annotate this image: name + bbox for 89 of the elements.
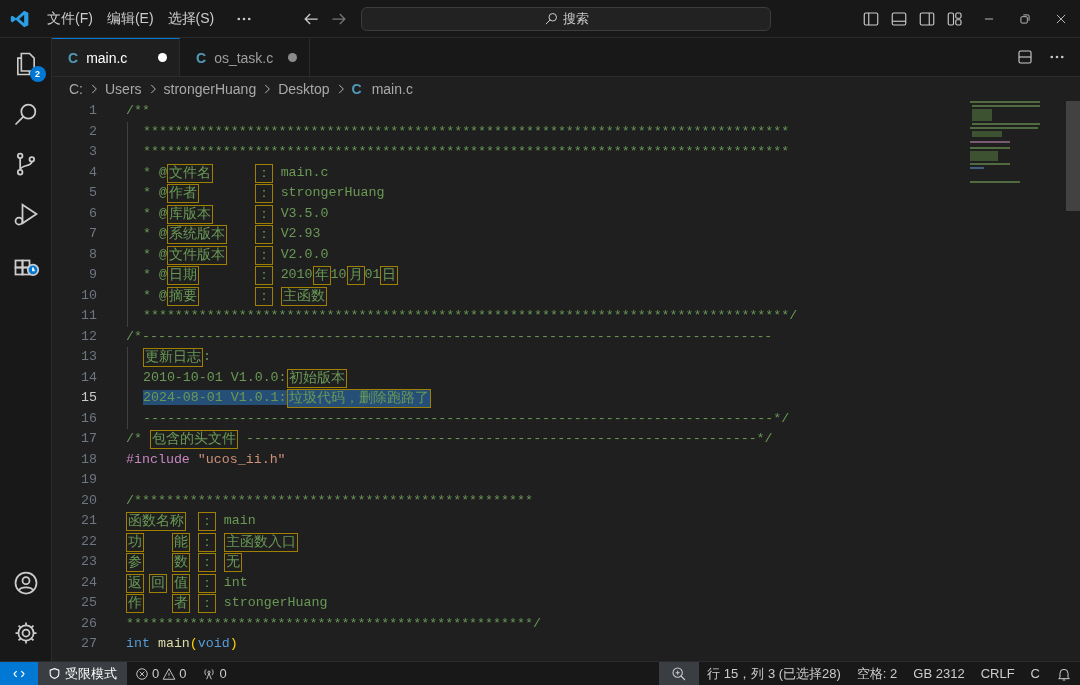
restore-icon[interactable] — [1018, 11, 1032, 26]
line-number: 18 — [80, 450, 98, 469]
line-number: 6 — [88, 204, 98, 223]
line-number: 26 — [80, 614, 98, 633]
line-number: 27 — [80, 635, 98, 653]
code-line: int main(void) — [126, 635, 238, 653]
shield-icon — [48, 667, 61, 680]
line-number: 22 — [80, 532, 98, 551]
code-line: * @日期 ： 2010 年10 月 01 日 — [126, 265, 399, 286]
line-number: 12 — [80, 327, 98, 346]
zoom-button[interactable] — [659, 662, 700, 685]
line-number: 16 — [80, 409, 98, 428]
ports-status[interactable]: 0 — [194, 666, 235, 681]
editor-tab[interactable]: C main.c — [52, 38, 180, 76]
panel-layout-icon[interactable] — [890, 9, 908, 28]
menu-item[interactable]: 文件(F) — [40, 5, 100, 32]
line-number: 21 — [80, 512, 98, 530]
line-number: 20 — [80, 491, 98, 510]
code-line: * @文件名 ： main.c — [126, 162, 329, 183]
code-line: * @系统版本 ： V2.93 — [126, 224, 321, 245]
line-number: 11 — [80, 307, 98, 325]
line-number: 17 — [80, 430, 98, 448]
code-line: 参 数 ： 无 — [126, 552, 242, 573]
zoom-in-icon — [671, 665, 688, 682]
error-icon — [135, 666, 149, 681]
breadcrumb-item[interactable]: C: — [69, 81, 83, 97]
encoding-status[interactable]: GB 2312 — [905, 666, 973, 681]
line-number: 25 — [80, 594, 98, 612]
line-number: 14 — [80, 368, 98, 387]
line-number: 8 — [88, 245, 98, 264]
scrollbar-thumb[interactable] — [1066, 101, 1080, 211]
search-field[interactable]: 搜索 — [361, 6, 772, 31]
indentation-status[interactable]: 空格: 2 — [848, 664, 906, 683]
antenna-icon — [202, 666, 217, 681]
line-number: 5 — [88, 184, 98, 202]
secondary-sidebar-icon[interactable] — [918, 9, 936, 28]
code-line: *********************************************************************************/ — [126, 306, 798, 327]
code-line: ***************************************************/ — [126, 614, 541, 633]
code-line: * @作者 ： strongerHuang — [126, 183, 385, 204]
code-line: 更新日志: — [126, 347, 211, 368]
code-line: * @摘要 ： 主函数 — [126, 285, 327, 306]
code-line: * @文件版本 ： V2.0.0 — [126, 244, 329, 265]
line-number: 1 — [88, 102, 98, 120]
sidebar-layout-icon[interactable] — [862, 9, 880, 28]
code-line: /** — [126, 102, 150, 120]
code-line: ********************************************************************************* — [126, 121, 790, 142]
code-line: * @库版本 ： V3.5.0 — [126, 203, 329, 224]
line-number: 19 — [80, 471, 98, 489]
code-line: /************************************************** — [126, 491, 533, 510]
code-line: 返 回 值 ： int — [126, 572, 248, 593]
code-line: -------------------------------------------------------------------------------*/ — [126, 408, 790, 429]
menu-item[interactable]: 选择(S) — [160, 5, 222, 32]
line-number: 3 — [88, 143, 98, 161]
code-line: #include "ucos_ii.h" — [126, 450, 286, 469]
code-line: 功 能 ： 主函数入口 — [126, 531, 298, 552]
logo-icon — [10, 8, 30, 29]
line-ending-status[interactable]: CRLF — [972, 666, 1023, 681]
c-file-icon: C — [351, 81, 362, 97]
restricted-mode-button[interactable]: 受限模式 — [38, 662, 127, 685]
breadcrumb-item[interactable]: Desktop — [278, 81, 330, 97]
problems-status[interactable]: 0 0 — [127, 666, 195, 681]
search-icon — [543, 11, 559, 26]
line-number: 10 — [80, 286, 98, 305]
code-line: 2024-08-01 V1.0.1:垃圾代码，删除跑路了 — [126, 388, 431, 409]
menu-item[interactable]: 编辑(E) — [99, 5, 161, 32]
notification-badge: 2 — [29, 66, 46, 82]
breadcrumb-item[interactable]: Users — [105, 81, 142, 97]
line-number: 13 — [80, 348, 98, 366]
breadcrumb-item[interactable]: main.c — [371, 81, 413, 97]
minimap-drawing[interactable] — [970, 101, 1042, 185]
customize-layout-icon[interactable] — [946, 9, 964, 28]
code-line: /*------------------------------------------------------------------------------- — [126, 327, 773, 346]
line-number: 7 — [88, 225, 98, 243]
code-line: 2010-10-01 V1.0.0:初始版本 — [126, 367, 347, 388]
line-number: 2 — [88, 122, 98, 141]
code-line: ********************************************************************************* — [126, 142, 790, 163]
line-number: 4 — [88, 163, 98, 182]
line-number: 24 — [80, 573, 98, 592]
split-editor-icon[interactable] — [1016, 48, 1034, 66]
code-line: 作 者 ： strongerHuang — [126, 593, 328, 614]
breadcrumb-item[interactable]: strongerHuang — [163, 81, 257, 97]
language-status[interactable]: C — [1022, 666, 1048, 681]
code-line: /* 包含的头文件 ----------------------------------------------------------------*/ — [126, 429, 773, 450]
line-number: 9 — [88, 266, 98, 284]
line-number: 23 — [80, 553, 98, 571]
code-line: 函数名称 ： main — [126, 511, 256, 532]
cursor-position[interactable]: 行 15，列 3 (已选择28) — [699, 664, 849, 683]
line-number: 15 — [80, 389, 98, 407]
warning-icon — [162, 666, 177, 681]
